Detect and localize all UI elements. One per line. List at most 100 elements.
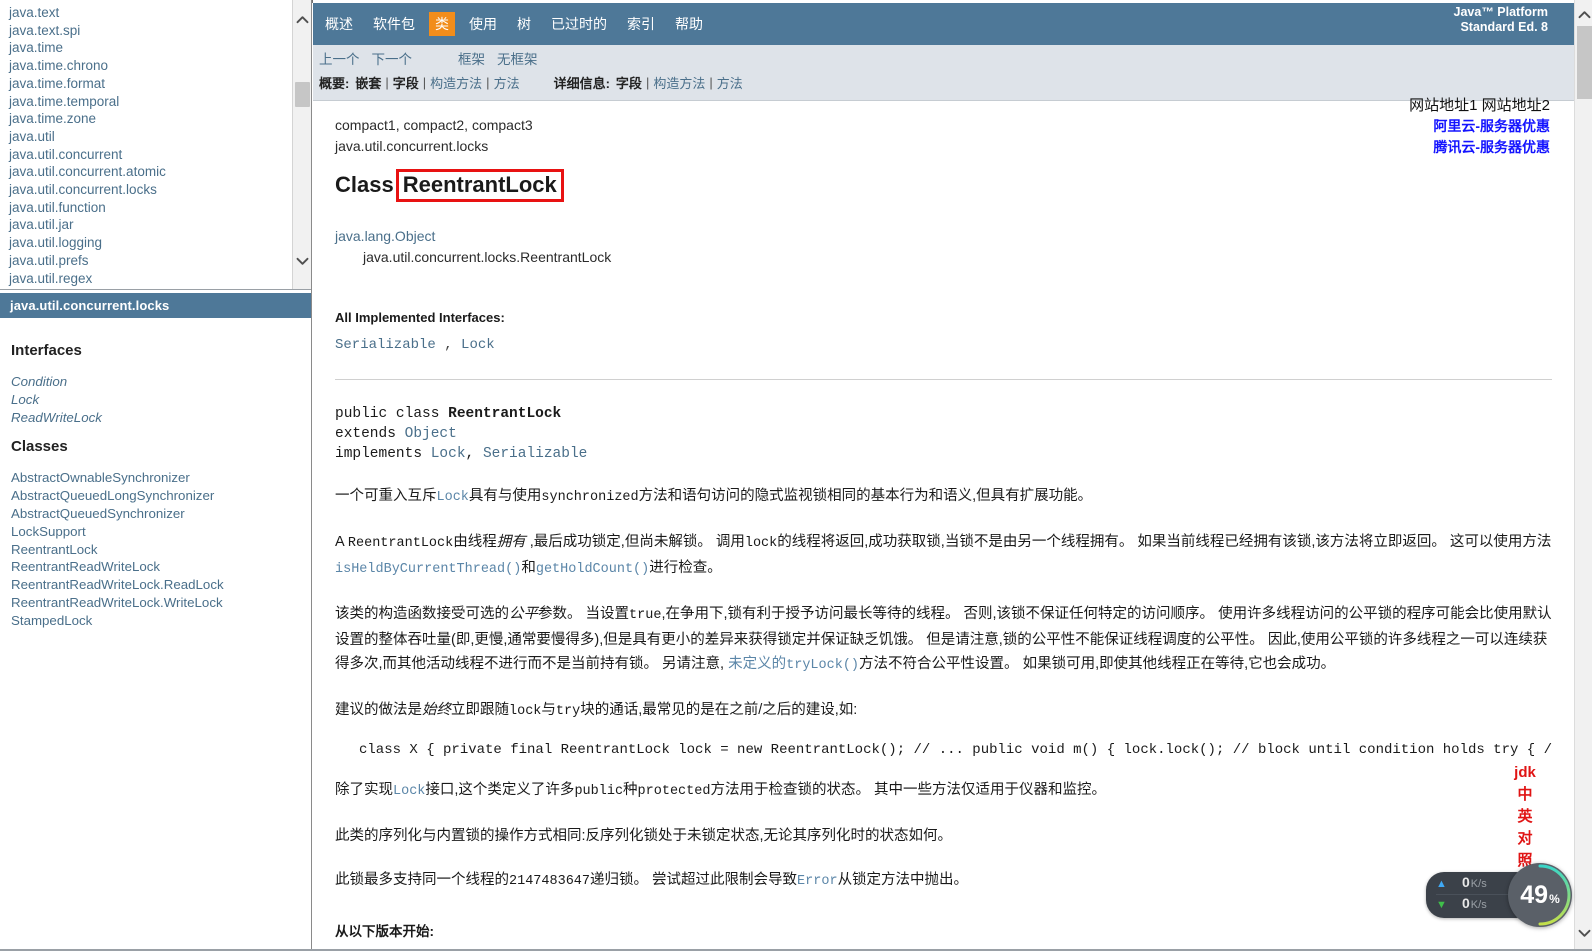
p3-a: 该类的构造函数接受可选的 (335, 606, 509, 622)
detail-label: 详细信息: (553, 76, 610, 91)
decl-implements-kw: implements (335, 446, 431, 462)
p5-lock-link[interactable]: Lock (393, 784, 425, 799)
code-sample: class X { private final ReentrantLock lo… (359, 742, 1552, 758)
package-item[interactable]: java.util.concurrent (9, 146, 292, 164)
scrollbar-thumb[interactable] (295, 82, 310, 107)
p4-d: 块的通话,最常见的是在之前/之后的建设,如: (580, 702, 858, 718)
divider (335, 379, 1552, 380)
p1-synchronized: synchronized (541, 490, 639, 505)
p2-b: 由线程 (453, 534, 497, 550)
no-frames-link[interactable]: 无框架 (497, 48, 538, 68)
frames-link[interactable]: 框架 (458, 48, 485, 68)
summary-method[interactable]: 方法 (494, 73, 520, 92)
class-item[interactable]: ReentrantReadWriteLock.WriteLock (11, 594, 311, 612)
cpu-usage-dial[interactable]: 49% (1508, 863, 1572, 927)
watermark-char: 中 (1517, 786, 1533, 803)
package-item[interactable]: java.util.regex (9, 270, 292, 288)
nav-overview[interactable]: 概述 (319, 12, 359, 36)
interface-item-condition[interactable]: Condition (11, 373, 311, 391)
package-item[interactable]: java.time (9, 39, 292, 57)
since-label: 从以下版本开始: (335, 924, 434, 939)
iface-lock[interactable]: Lock (461, 337, 495, 353)
p3-trylock-link[interactable]: tryLock() (786, 658, 859, 673)
iface-serializable[interactable]: Serializable (335, 337, 436, 353)
p7-c: 从锁定方法中抛出。 (837, 872, 969, 888)
detail-method[interactable]: 方法 (717, 73, 743, 92)
package-list-scrollbar[interactable] (292, 0, 311, 289)
chevron-down-icon[interactable] (293, 250, 311, 272)
class-name-highlight: ReentrantLock (395, 169, 564, 202)
package-item[interactable]: java.time.temporal (9, 93, 292, 111)
package-item[interactable]: java.util.jar (9, 216, 292, 234)
nav-help[interactable]: 帮助 (669, 12, 709, 36)
prev-class-link[interactable]: 上一个 (319, 48, 360, 68)
class-item[interactable]: ReentrantReadWriteLock.ReadLock (11, 576, 311, 594)
package-item[interactable]: java.util.prefs (9, 252, 292, 270)
decl-super-object[interactable]: Object (405, 426, 457, 442)
decl-iface-lock[interactable]: Lock (431, 446, 466, 462)
class-item[interactable]: ReentrantReadWriteLock (11, 558, 311, 576)
document-content: compact1, compact2, compact3 java.util.c… (313, 101, 1574, 951)
p3-emphasis: 公平 (509, 606, 538, 622)
interface-item-readwritelock[interactable]: ReadWriteLock (11, 409, 311, 427)
ad-link-tencent[interactable]: 腾讯云-服务器优惠 (1409, 137, 1550, 158)
inherit-child: java.util.concurrent.locks.ReentrantLock (363, 249, 612, 265)
class-item[interactable]: AbstractQueuedLongSynchronizer (11, 487, 311, 505)
compact-profiles: compact1, compact2, compact3 (335, 117, 533, 133)
class-item[interactable]: AbstractOwnableSynchronizer (11, 469, 311, 487)
nav-use[interactable]: 使用 (463, 12, 503, 36)
nav-tree[interactable]: 树 (511, 12, 537, 36)
p2-isheldbycurrentthread-link[interactable]: isHeldByCurrentThread() (335, 562, 521, 577)
package-item[interactable]: java.time.format (9, 75, 292, 93)
p5-b: 接口,这个类定义了许多 (425, 782, 575, 798)
nav-index[interactable]: 索引 (621, 12, 661, 36)
p2-lock: lock (744, 536, 778, 551)
decl-iface-serializable[interactable]: Serializable (483, 446, 587, 462)
chevron-up-icon[interactable] (293, 8, 311, 30)
nav-class[interactable]: 类 (429, 12, 455, 36)
package-item[interactable]: java.util (9, 128, 292, 146)
package-item[interactable]: java.text (9, 4, 292, 22)
page-scrollbar[interactable] (1574, 0, 1592, 951)
class-item[interactable]: AbstractQueuedSynchronizer (11, 505, 311, 523)
decl-extends-kw: extends (335, 426, 405, 442)
paragraph-6: 此类的序列化与内置锁的操作方式相同:反序列化锁处于未锁定状态,无论其序列化时的状… (335, 828, 953, 844)
package-list[interactable]: java.text java.text.spi java.time java.t… (0, 0, 292, 289)
class-item-reentrantlock[interactable]: ReentrantLock (11, 541, 311, 559)
class-item[interactable]: LockSupport (11, 523, 311, 541)
ad-link-aliyun[interactable]: 阿里云-服务器优惠 (1409, 116, 1550, 137)
detail-constructor[interactable]: 构造方法 (653, 73, 705, 92)
class-item[interactable]: StampedLock (11, 612, 311, 630)
paragraph-4: 建议的做法是始终立即跟随lock与try块的通话,最常见的是在之前/之后的建设,… (335, 698, 1552, 724)
package-item[interactable]: java.util.logging (9, 234, 292, 252)
p2-getholdcount-link[interactable]: getHoldCount() (536, 562, 649, 577)
package-item[interactable]: java.util.concurrent.locks (9, 181, 292, 199)
package-item[interactable]: java.text.spi (9, 22, 292, 40)
chevron-up-icon[interactable] (1575, 4, 1592, 24)
network-speed-widget[interactable]: ▲ 0 K/s ▼ 0 K/s 49 % (1426, 863, 1572, 927)
p4-a: 建议的做法是 (335, 702, 422, 718)
scrollbar-thumb[interactable] (1577, 26, 1592, 99)
paragraph-3: 该类的构造函数接受可选的公平参数。 当设置true,在争用下,锁有利于授予访问最… (335, 602, 1552, 678)
summary-constructor[interactable]: 构造方法 (430, 73, 482, 92)
ad-block: 网站地址1 网站地址2 阿里云-服务器优惠 腾讯云-服务器优惠 (1409, 96, 1550, 158)
package-item[interactable]: java.time.chrono (9, 57, 292, 75)
arrow-down-icon: ▼ (1436, 899, 1447, 911)
p7-error-link[interactable]: Error (797, 874, 838, 889)
chevron-down-icon[interactable] (1575, 923, 1592, 943)
nav-deprecated[interactable]: 已过时的 (545, 12, 613, 36)
p1-lock-link[interactable]: Lock (437, 490, 469, 505)
package-item[interactable]: java.time.zone (9, 110, 292, 128)
p3-undefined-link[interactable]: 未定义的 (728, 656, 786, 672)
nav-packages[interactable]: 软件包 (367, 12, 421, 36)
percent-symbol: % (1549, 891, 1560, 906)
package-item[interactable]: java.util.concurrent.atomic (9, 163, 292, 181)
p1-c: 方法和语句访问的隐式监视锁相同的基本行为和语义,但具有扩展功能。 (638, 488, 1093, 504)
summary-label: 概要: (319, 76, 350, 91)
package-item[interactable]: java.util.function (9, 199, 292, 217)
interface-item-lock[interactable]: Lock (11, 391, 311, 409)
inherit-root[interactable]: java.lang.Object (335, 226, 1552, 247)
next-class-link[interactable]: 下一个 (372, 48, 413, 68)
package-breadcrumb: java.util.concurrent.locks (335, 138, 489, 154)
p7-b: 递归锁。 尝试超过此限制会导致 (590, 872, 798, 888)
